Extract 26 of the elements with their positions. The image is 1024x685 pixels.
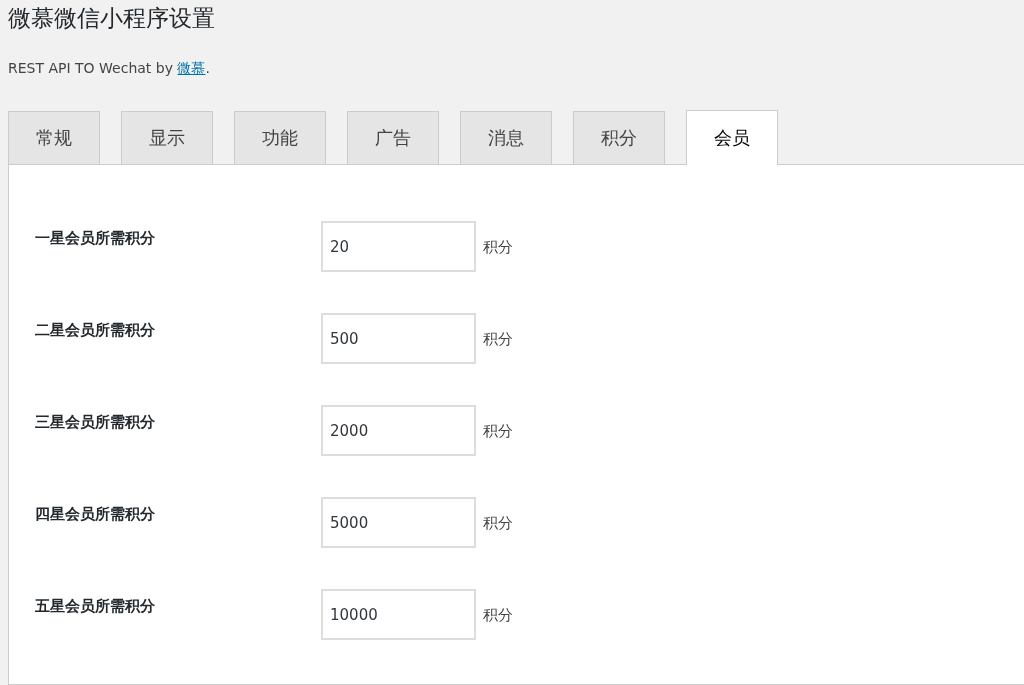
field-label: 三星会员所需积分 [35,412,156,432]
unit-label: 积分 [483,605,513,625]
tab[interactable]: 会员 [686,110,778,165]
input-field[interactable]: 2000 [321,405,476,456]
author-link[interactable]: 微慕 [177,60,206,76]
subtitle-text: REST API TO Wechat by [8,60,174,76]
unit-label: 积分 [483,329,513,349]
tab[interactable]: 显示 [121,111,213,164]
tab[interactable]: 积分 [573,111,665,164]
tab[interactable]: 消息 [460,111,552,164]
tab[interactable]: 广告 [347,111,439,164]
input-field[interactable]: 20 [321,221,476,272]
input-field[interactable]: 500 [321,313,476,364]
field-label: 二星会员所需积分 [35,320,156,340]
input-field[interactable]: 5000 [321,497,476,548]
field-label: 一星会员所需积分 [35,228,156,248]
input-field[interactable]: 10000 [321,589,476,640]
unit-label: 积分 [483,237,513,257]
subtitle-period: . [205,60,210,76]
field-label: 五星会员所需积分 [35,596,156,616]
unit-label: 积分 [483,421,513,441]
tab[interactable]: 功能 [234,111,326,164]
unit-label: 积分 [483,513,513,533]
tab[interactable]: 常规 [8,111,100,164]
page-title: 微慕微信小程序设置 [8,4,216,33]
field-label: 四星会员所需积分 [35,504,156,524]
